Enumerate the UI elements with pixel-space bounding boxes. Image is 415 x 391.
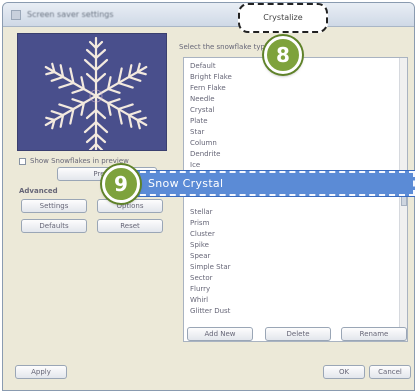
list-item[interactable]: Prism (190, 219, 209, 227)
cancel-button[interactable]: Cancel (369, 365, 411, 379)
list-item[interactable]: Dendrite (190, 150, 220, 158)
right-panel: Select the snowflake type: Default Brigh… (173, 33, 414, 363)
list-item[interactable]: Flurry (190, 285, 210, 293)
delete-button[interactable]: Delete (265, 327, 331, 341)
snowflake-preview (17, 33, 167, 151)
add-new-button[interactable]: Add New (187, 327, 253, 341)
selected-snowflake-item[interactable]: Snow Crystal (120, 171, 415, 196)
screensaver-window: Screen saver settings Show Snowflakes in… (2, 2, 415, 391)
list-item[interactable]: Bright Flake (190, 73, 232, 81)
list-item[interactable]: Spike (190, 241, 209, 249)
list-item[interactable]: Column (190, 139, 217, 147)
list-item[interactable]: Spear (190, 252, 210, 260)
list-item[interactable]: Stellar (190, 208, 213, 216)
callout-badge-8: 8 (264, 36, 302, 74)
options-button[interactable]: Options (97, 199, 163, 213)
window-title: Screen saver settings (27, 10, 114, 19)
list-item[interactable]: Crystal (190, 106, 215, 114)
list-item[interactable]: Sector (190, 274, 213, 282)
left-panel: Show Snowflakes in preview Preview Advan… (17, 33, 167, 363)
list-item[interactable]: Fern Flake (190, 84, 226, 92)
title-bar: Screen saver settings (3, 3, 414, 27)
list-item[interactable]: Glitter Dust (190, 307, 230, 315)
snowflake-type-list[interactable]: Default Bright Flake Fern Flake Needle C… (183, 57, 408, 342)
snowflake-icon (39, 36, 153, 150)
list-label: Select the snowflake type: (179, 43, 272, 51)
list-scrollbar[interactable] (399, 58, 407, 341)
reset-button[interactable]: Reset (97, 219, 163, 233)
checkbox-label: Show Snowflakes in preview (30, 157, 129, 165)
list-item[interactable]: Cluster (190, 230, 215, 238)
callout-badge-9: 9 (102, 165, 140, 203)
list-item[interactable]: Whirl (190, 296, 208, 304)
defaults-button[interactable]: Defaults (21, 219, 87, 233)
show-preview-checkbox[interactable] (19, 158, 26, 165)
list-item[interactable]: Ice (190, 161, 200, 169)
rename-button[interactable]: Rename (341, 327, 407, 341)
apply-button[interactable]: Apply (15, 365, 67, 379)
list-item[interactable]: Default (190, 62, 216, 70)
crystalize-tooltip: Crystalize (238, 3, 328, 33)
advanced-label: Advanced (19, 187, 58, 195)
settings-button[interactable]: Settings (21, 199, 87, 213)
ok-button[interactable]: OK (323, 365, 365, 379)
list-item[interactable]: Simple Star (190, 263, 230, 271)
list-item[interactable]: Plate (190, 117, 208, 125)
window-icon (11, 10, 21, 20)
list-item[interactable]: Star (190, 128, 204, 136)
list-item[interactable]: Needle (190, 95, 215, 103)
